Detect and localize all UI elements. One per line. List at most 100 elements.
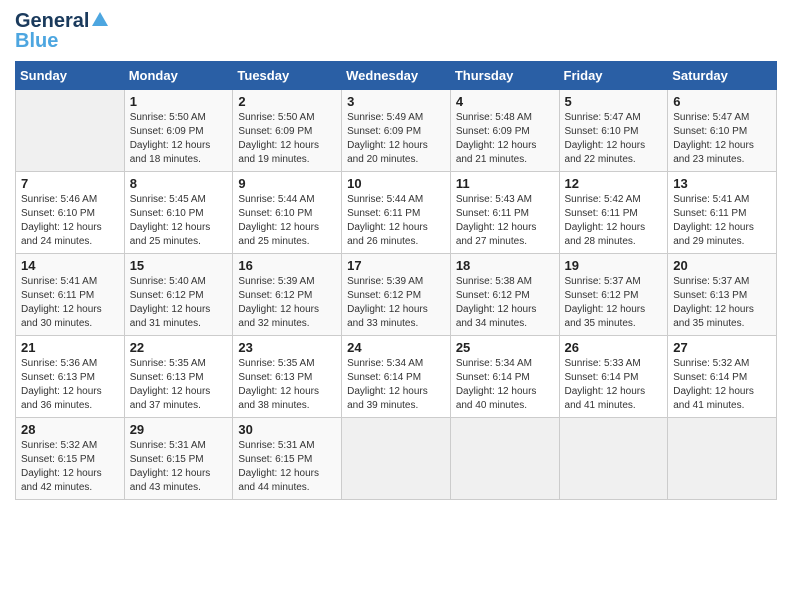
day-number: 4: [456, 94, 554, 109]
day-number: 13: [673, 176, 771, 191]
logo-text-general: General: [15, 10, 89, 32]
day-detail: Sunrise: 5:50 AM Sunset: 6:09 PM Dayligh…: [130, 111, 228, 167]
day-cell: [668, 418, 777, 500]
day-number: 27: [673, 340, 771, 355]
day-number: 19: [565, 258, 663, 273]
day-cell: 1 Sunrise: 5:50 AM Sunset: 6:09 PM Daylig…: [124, 90, 233, 172]
day-number: 29: [130, 422, 228, 437]
calendar-header: SundayMondayTuesdayWednesdayThursdayFrid…: [16, 62, 777, 90]
day-cell: 10 Sunrise: 5:44 AM Sunset: 6:11 PM Dayli…: [342, 172, 451, 254]
day-cell: 18Sunrise: 5:38 AM Sunset: 6:12 PM Dayli…: [450, 254, 559, 336]
day-number: 21: [21, 340, 119, 355]
day-cell: 8Sunrise: 5:45 AM Sunset: 6:10 PM Daylig…: [124, 172, 233, 254]
week-row-3: 14 Sunrise: 5:41 AM Sunset: 6:11 PM Dayli…: [16, 254, 777, 336]
day-number: 10: [347, 176, 445, 191]
header-cell-monday: Monday: [124, 62, 233, 90]
day-cell: 5 Sunrise: 5:47 AM Sunset: 6:10 PM Daylig…: [559, 90, 668, 172]
day-cell: 25 Sunrise: 5:34 AM Sunset: 6:14 PM Dayli…: [450, 336, 559, 418]
logo: General Blue: [15, 10, 109, 53]
day-detail: Sunrise: 5:37 AM Sunset: 6:12 PM Dayligh…: [565, 275, 663, 331]
day-cell: 23 Sunrise: 5:35 AM Sunset: 6:13 PM Dayli…: [233, 336, 342, 418]
day-cell: 7Sunrise: 5:46 AM Sunset: 6:10 PM Daylig…: [16, 172, 125, 254]
day-detail: Sunrise: 5:38 AM Sunset: 6:12 PM Dayligh…: [456, 275, 554, 331]
day-detail: Sunrise: 5:48 AM Sunset: 6:09 PM Dayligh…: [456, 111, 554, 167]
day-number: 8: [130, 176, 228, 191]
day-number: 3: [347, 94, 445, 109]
day-number: 15: [130, 258, 228, 273]
day-cell: 11Sunrise: 5:43 AM Sunset: 6:11 PM Dayli…: [450, 172, 559, 254]
day-cell: 2 Sunrise: 5:50 AM Sunset: 6:09 PM Daylig…: [233, 90, 342, 172]
day-cell: 28 Sunrise: 5:32 AM Sunset: 6:15 PM Dayli…: [16, 418, 125, 500]
day-cell: 19 Sunrise: 5:37 AM Sunset: 6:12 PM Dayli…: [559, 254, 668, 336]
day-detail: Sunrise: 5:39 AM Sunset: 6:12 PM Dayligh…: [238, 275, 336, 331]
day-cell: 22Sunrise: 5:35 AM Sunset: 6:13 PM Dayli…: [124, 336, 233, 418]
day-cell: 13 Sunrise: 5:41 AM Sunset: 6:11 PM Dayli…: [668, 172, 777, 254]
calendar-table: SundayMondayTuesdayWednesdayThursdayFrid…: [15, 61, 777, 500]
day-cell: 26 Sunrise: 5:33 AM Sunset: 6:14 PM Dayli…: [559, 336, 668, 418]
day-number: 17: [347, 258, 445, 273]
header-cell-sunday: Sunday: [16, 62, 125, 90]
day-cell: 3 Sunrise: 5:49 AM Sunset: 6:09 PM Daylig…: [342, 90, 451, 172]
day-cell: 15Sunrise: 5:40 AM Sunset: 6:12 PM Dayli…: [124, 254, 233, 336]
day-number: 23: [238, 340, 336, 355]
day-detail: Sunrise: 5:35 AM Sunset: 6:13 PM Dayligh…: [238, 357, 336, 413]
day-cell: 14 Sunrise: 5:41 AM Sunset: 6:11 PM Dayli…: [16, 254, 125, 336]
day-cell: [342, 418, 451, 500]
day-cell: 16 Sunrise: 5:39 AM Sunset: 6:12 PM Dayli…: [233, 254, 342, 336]
header-cell-wednesday: Wednesday: [342, 62, 451, 90]
day-cell: [450, 418, 559, 500]
day-cell: 27 Sunrise: 5:32 AM Sunset: 6:14 PM Dayli…: [668, 336, 777, 418]
day-number: 26: [565, 340, 663, 355]
header-cell-thursday: Thursday: [450, 62, 559, 90]
day-cell: 12Sunrise: 5:42 AM Sunset: 6:11 PM Dayli…: [559, 172, 668, 254]
day-detail: Sunrise: 5:33 AM Sunset: 6:14 PM Dayligh…: [565, 357, 663, 413]
day-cell: 6 Sunrise: 5:47 AM Sunset: 6:10 PM Daylig…: [668, 90, 777, 172]
day-detail: Sunrise: 5:50 AM Sunset: 6:09 PM Dayligh…: [238, 111, 336, 167]
day-cell: 30 Sunrise: 5:31 AM Sunset: 6:15 PM Dayli…: [233, 418, 342, 500]
day-number: 12: [565, 176, 663, 191]
day-number: 30: [238, 422, 336, 437]
day-number: 9: [238, 176, 336, 191]
logo-text-blue: Blue: [15, 30, 58, 53]
day-detail: Sunrise: 5:37 AM Sunset: 6:13 PM Dayligh…: [673, 275, 771, 331]
week-row-1: 1 Sunrise: 5:50 AM Sunset: 6:09 PM Daylig…: [16, 90, 777, 172]
week-row-2: 7Sunrise: 5:46 AM Sunset: 6:10 PM Daylig…: [16, 172, 777, 254]
day-detail: Sunrise: 5:46 AM Sunset: 6:10 PM Dayligh…: [21, 193, 119, 249]
day-detail: Sunrise: 5:44 AM Sunset: 6:10 PM Dayligh…: [238, 193, 336, 249]
header-cell-saturday: Saturday: [668, 62, 777, 90]
logo-icon: [91, 10, 109, 28]
day-number: 1: [130, 94, 228, 109]
day-cell: 4 Sunrise: 5:48 AM Sunset: 6:09 PM Daylig…: [450, 90, 559, 172]
day-detail: Sunrise: 5:32 AM Sunset: 6:14 PM Dayligh…: [673, 357, 771, 413]
day-number: 16: [238, 258, 336, 273]
day-number: 20: [673, 258, 771, 273]
day-number: 28: [21, 422, 119, 437]
day-detail: Sunrise: 5:49 AM Sunset: 6:09 PM Dayligh…: [347, 111, 445, 167]
day-detail: Sunrise: 5:47 AM Sunset: 6:10 PM Dayligh…: [673, 111, 771, 167]
day-detail: Sunrise: 5:41 AM Sunset: 6:11 PM Dayligh…: [21, 275, 119, 331]
day-detail: Sunrise: 5:31 AM Sunset: 6:15 PM Dayligh…: [130, 439, 228, 495]
day-number: 5: [565, 94, 663, 109]
header-cell-tuesday: Tuesday: [233, 62, 342, 90]
day-detail: Sunrise: 5:41 AM Sunset: 6:11 PM Dayligh…: [673, 193, 771, 249]
day-cell: 20 Sunrise: 5:37 AM Sunset: 6:13 PM Dayli…: [668, 254, 777, 336]
day-cell: 9 Sunrise: 5:44 AM Sunset: 6:10 PM Daylig…: [233, 172, 342, 254]
day-detail: Sunrise: 5:43 AM Sunset: 6:11 PM Dayligh…: [456, 193, 554, 249]
day-detail: Sunrise: 5:47 AM Sunset: 6:10 PM Dayligh…: [565, 111, 663, 167]
day-cell: 24 Sunrise: 5:34 AM Sunset: 6:14 PM Dayli…: [342, 336, 451, 418]
day-number: 6: [673, 94, 771, 109]
day-cell: [559, 418, 668, 500]
day-detail: Sunrise: 5:34 AM Sunset: 6:14 PM Dayligh…: [456, 357, 554, 413]
day-number: 14: [21, 258, 119, 273]
day-detail: Sunrise: 5:31 AM Sunset: 6:15 PM Dayligh…: [238, 439, 336, 495]
day-number: 25: [456, 340, 554, 355]
day-detail: Sunrise: 5:39 AM Sunset: 6:12 PM Dayligh…: [347, 275, 445, 331]
day-number: 2: [238, 94, 336, 109]
day-number: 24: [347, 340, 445, 355]
day-cell: 17 Sunrise: 5:39 AM Sunset: 6:12 PM Dayli…: [342, 254, 451, 336]
day-detail: Sunrise: 5:35 AM Sunset: 6:13 PM Dayligh…: [130, 357, 228, 413]
week-row-5: 28 Sunrise: 5:32 AM Sunset: 6:15 PM Dayli…: [16, 418, 777, 500]
day-detail: Sunrise: 5:44 AM Sunset: 6:11 PM Dayligh…: [347, 193, 445, 249]
day-detail: Sunrise: 5:32 AM Sunset: 6:15 PM Dayligh…: [21, 439, 119, 495]
day-detail: Sunrise: 5:34 AM Sunset: 6:14 PM Dayligh…: [347, 357, 445, 413]
